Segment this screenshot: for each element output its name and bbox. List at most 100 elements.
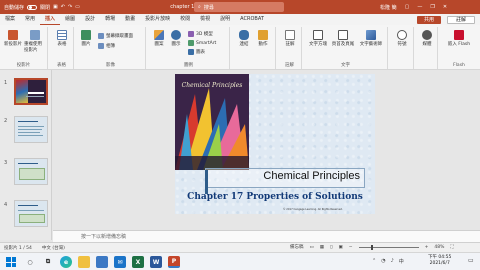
book-cover-image: Chemical Principles	[175, 74, 249, 170]
3d-models-button[interactable]: 3D 模型	[188, 31, 213, 37]
search-icon[interactable]: ○	[24, 256, 36, 268]
windows-start-icon[interactable]	[6, 257, 16, 267]
smartart-button[interactable]: SmartArt	[188, 40, 216, 46]
table-icon	[57, 30, 67, 40]
group-label-table: 表格	[57, 63, 66, 68]
media-button[interactable]: 媒體	[419, 30, 435, 47]
notes-toggle-button[interactable]: 備忘稿	[290, 244, 304, 250]
user-name[interactable]: 松隆 簡	[380, 4, 397, 11]
ribbon-group-flash: 嵌入 Flash Flash	[440, 27, 478, 69]
slide-subtitle[interactable]: Chapter 17 Properties of Solutions	[175, 192, 375, 202]
chevron-up-icon[interactable]: ⌃	[372, 258, 376, 265]
zoom-slider[interactable]	[358, 244, 419, 250]
present-icon[interactable]: ▭	[75, 4, 80, 10]
autosave-toggle[interactable]	[27, 4, 38, 10]
ribbon: 新投影片 重複使用投影片 投影片 表格 表格 圖片 螢幕擷取畫面 相簿 影像 圖…	[0, 25, 480, 70]
slide-thumbnail-3[interactable]	[14, 158, 48, 185]
slide-counter: 投影片 1 / 54	[4, 246, 32, 251]
clock[interactable]: 下午 04:55 2021/6/7	[428, 255, 451, 267]
tab-acrobat[interactable]: ACROBAT	[235, 14, 269, 25]
chart-button[interactable]: 圖表	[188, 49, 205, 55]
ime-icon[interactable]: 中	[399, 258, 404, 265]
tab-file[interactable]: 檔案	[0, 14, 20, 25]
taskbar: ○ ⧉ e ✉ X W P ⌃ ◔ ♪ 中 下午 04:55 2021/6/7 …	[0, 252, 480, 270]
volume-icon[interactable]: ♪	[391, 258, 394, 265]
ribbon-display-icon[interactable]: ▢	[405, 4, 410, 10]
title-placeholder[interactable]: Chemical Principles	[205, 168, 365, 188]
thumb-number: 1	[4, 80, 8, 86]
language-indicator[interactable]: 中文 (台灣)	[42, 245, 65, 251]
slide-thumbnail-4[interactable]	[14, 200, 48, 227]
tab-transitions[interactable]: 轉場	[100, 14, 120, 25]
new-slide-button[interactable]: 新投影片	[3, 30, 23, 47]
link-button[interactable]: 連結	[235, 30, 253, 47]
screenshot-button[interactable]: 螢幕擷取畫面	[98, 33, 133, 39]
group-label-comments: 註解	[285, 63, 294, 68]
edge-icon[interactable]: e	[60, 256, 72, 268]
notes-pane[interactable]: 按一下以新增備忘稿	[53, 230, 480, 242]
group-label-flash: Flash	[453, 63, 465, 68]
tab-home[interactable]: 常用	[20, 14, 40, 25]
ribbon-group-links: 連結 動作	[232, 27, 276, 69]
reading-view-icon[interactable]: ▯	[330, 245, 332, 250]
restore-icon[interactable]: ❐	[430, 4, 434, 10]
network-icon[interactable]: ◔	[381, 258, 385, 265]
share-button[interactable]: 共用	[417, 16, 441, 24]
search-box[interactable]: ⌕ 搜尋	[194, 2, 284, 12]
zoom-level[interactable]: 48%	[434, 245, 444, 250]
omega-icon	[397, 30, 407, 40]
current-slide[interactable]: Chemical Principles Chemical Principles …	[175, 74, 375, 214]
comments-button[interactable]: 註解	[447, 16, 475, 24]
header-footer-icon	[338, 30, 348, 40]
tab-animations[interactable]: 動畫	[120, 14, 140, 25]
ribbon-group-illustrations: 圖案 圖示 3D 模型 SmartArt 圖表 圖例	[148, 27, 230, 69]
slide-sorter-icon[interactable]: ▦	[320, 245, 324, 250]
table-button[interactable]: 表格	[54, 30, 70, 47]
pictures-button[interactable]: 圖片	[78, 30, 94, 47]
minimize-icon[interactable]: —	[417, 4, 422, 10]
header-footer-button[interactable]: 頁首及頁尾	[331, 30, 355, 47]
reuse-slides-button[interactable]: 重複使用投影片	[24, 30, 46, 53]
mail-icon[interactable]: ✉	[114, 256, 126, 268]
undo-icon[interactable]: ↶	[61, 4, 65, 10]
file-explorer-icon[interactable]	[78, 256, 90, 268]
slide-thumbnail-2[interactable]	[14, 116, 48, 143]
task-view-icon[interactable]: ⧉	[42, 256, 54, 268]
wordart-icon	[366, 30, 376, 40]
tab-help[interactable]: 說明	[215, 14, 235, 25]
slide-thumbnail-1[interactable]	[14, 78, 48, 105]
action-icon	[258, 30, 268, 40]
normal-view-icon[interactable]: ▭	[310, 245, 314, 250]
tab-review[interactable]: 校閱	[175, 14, 195, 25]
tab-insert[interactable]: 插入	[40, 14, 61, 25]
embed-flash-button[interactable]: 嵌入 Flash	[446, 30, 472, 47]
powerpoint-icon[interactable]: P	[168, 256, 180, 268]
tab-draw[interactable]: 繪圖	[60, 14, 80, 25]
action-button[interactable]: 動作	[254, 30, 272, 47]
wordart-button[interactable]: 文字藝術師	[357, 30, 385, 47]
redo-icon[interactable]: ↷	[68, 4, 72, 10]
close-icon[interactable]: ✕	[443, 4, 447, 10]
new-comment-button[interactable]: 註解	[282, 30, 298, 47]
shapes-button[interactable]: 圖案	[151, 30, 167, 47]
save-icon[interactable]: ▣	[53, 4, 58, 10]
slideshow-icon[interactable]: ▣	[339, 245, 343, 250]
photo-album-icon	[98, 43, 104, 49]
search-placeholder: 搜尋	[203, 4, 214, 11]
zoom-out-icon[interactable]: −	[349, 245, 353, 250]
icons-button[interactable]: 圖示	[168, 30, 184, 47]
notifications-icon[interactable]: ▭	[468, 257, 474, 264]
tab-view[interactable]: 檢視	[195, 14, 215, 25]
tab-design[interactable]: 設計	[80, 14, 100, 25]
zoom-in-icon[interactable]: +	[425, 245, 429, 250]
excel-icon[interactable]: X	[132, 256, 144, 268]
word-icon[interactable]: W	[150, 256, 162, 268]
tab-slideshow[interactable]: 投影片放映	[140, 14, 175, 25]
zoom-slider-thumb[interactable]	[371, 244, 374, 250]
photo-album-button[interactable]: 相簿	[98, 43, 115, 49]
store-icon[interactable]	[96, 256, 108, 268]
symbols-button[interactable]: 符號	[394, 30, 410, 47]
flash-icon	[454, 30, 464, 40]
fit-slide-icon[interactable]: ⛶	[450, 244, 453, 250]
text-box-button[interactable]: 文字方塊	[306, 30, 330, 47]
